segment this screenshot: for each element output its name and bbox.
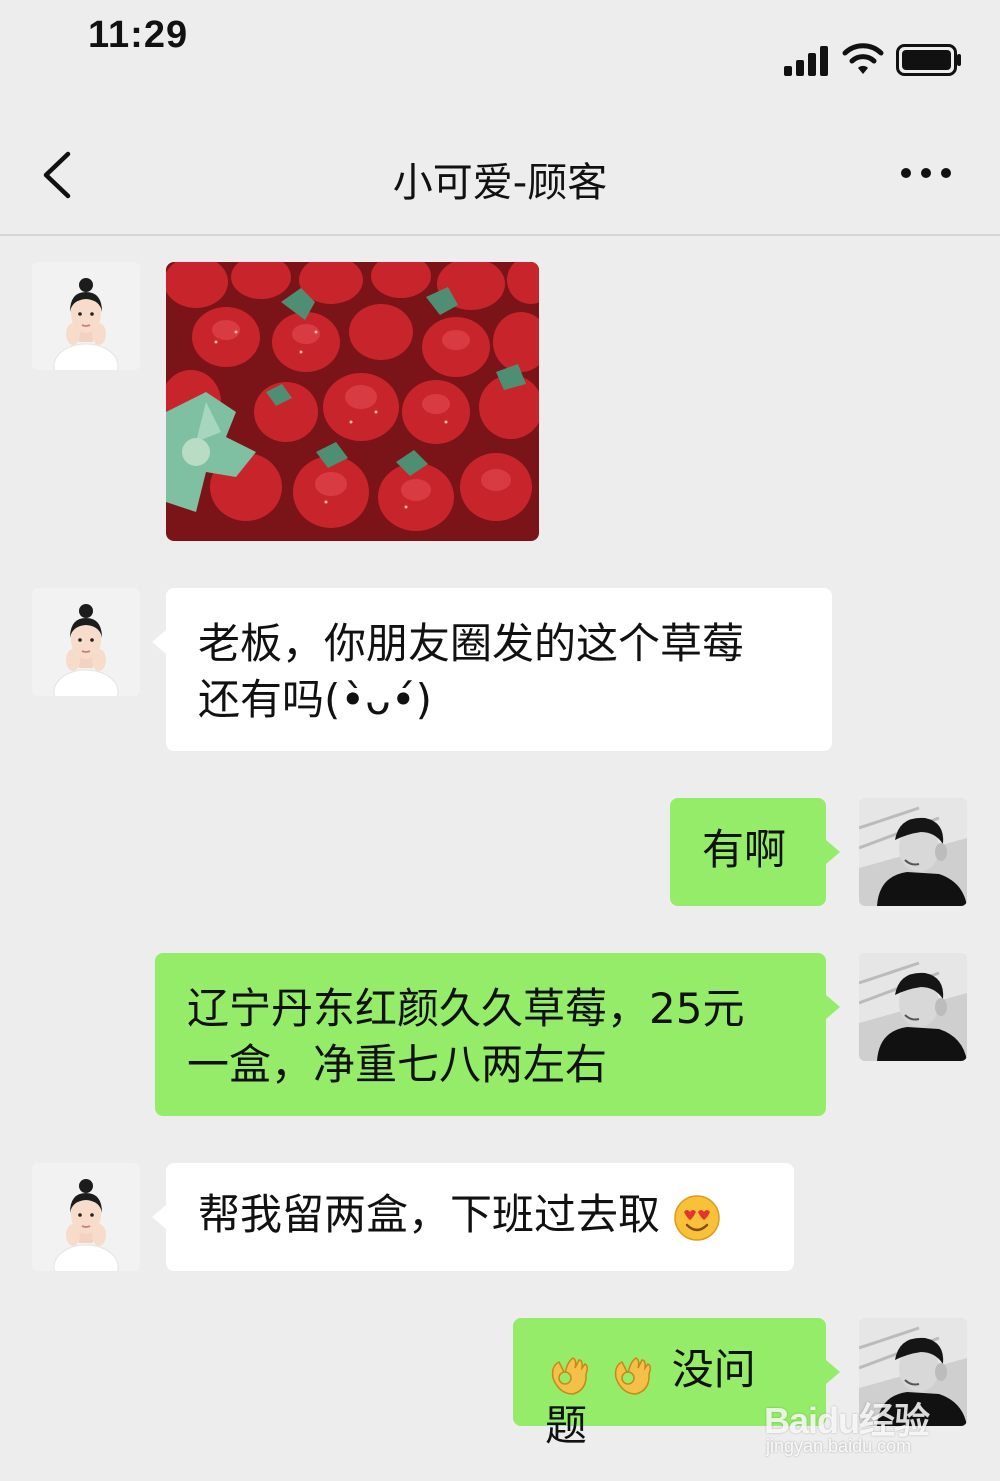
ellipsis-icon[interactable] (896, 158, 956, 188)
message-bubble-incoming[interactable]: 老板，你朋友圈发的这个草莓 还有吗(•̀ᴗ•́) (152, 588, 832, 751)
chat-title: 小可爱-顾客 (392, 160, 608, 206)
message-text: 有啊 (702, 825, 787, 874)
ok-hand-emoji (551, 1356, 589, 1395)
cellular-signal-icon (784, 46, 828, 76)
heart-eyes-emoji (674, 1194, 721, 1241)
customer-avatar[interactable] (32, 1163, 140, 1271)
message-text-line: 辽宁丹东红颜久久草莓，25元 (187, 984, 745, 1033)
message-bubble-incoming[interactable]: 帮我留两盒，下班过去取 (152, 1163, 794, 1271)
message-text-line: 老板，你朋友圈发的这个草莓 (198, 619, 745, 668)
message-bubble-outgoing[interactable]: 没问题 (513, 1318, 840, 1450)
message-text-line: 还有吗(•̀ᴗ•́) (198, 675, 433, 724)
watermark-url: jingyan.baidu.com (766, 1436, 912, 1456)
customer-avatar[interactable] (32, 262, 140, 370)
message-text-line: 一盒，净重七八两左右 (187, 1040, 608, 1089)
message-text: 帮我留两盒，下班过去取 (198, 1190, 661, 1239)
chat-header: 小可爱-顾客 (0, 110, 1000, 236)
message-bubble-outgoing[interactable]: 辽宁丹东红颜久久草莓，25元 一盒，净重七八两左右 (155, 953, 840, 1116)
wifi-icon (842, 43, 884, 74)
customer-avatar[interactable] (32, 588, 140, 696)
status-bar: 11:29 (0, 0, 1000, 110)
ok-hand-emoji (615, 1356, 652, 1395)
owner-avatar[interactable] (859, 1318, 967, 1426)
strawberry-photo[interactable] (166, 262, 539, 541)
message-bubble-outgoing[interactable]: 有啊 (670, 798, 840, 906)
owner-avatar[interactable] (859, 798, 967, 906)
status-time: 11:29 (88, 14, 189, 56)
battery-icon (896, 44, 961, 76)
owner-avatar[interactable] (859, 953, 967, 1061)
